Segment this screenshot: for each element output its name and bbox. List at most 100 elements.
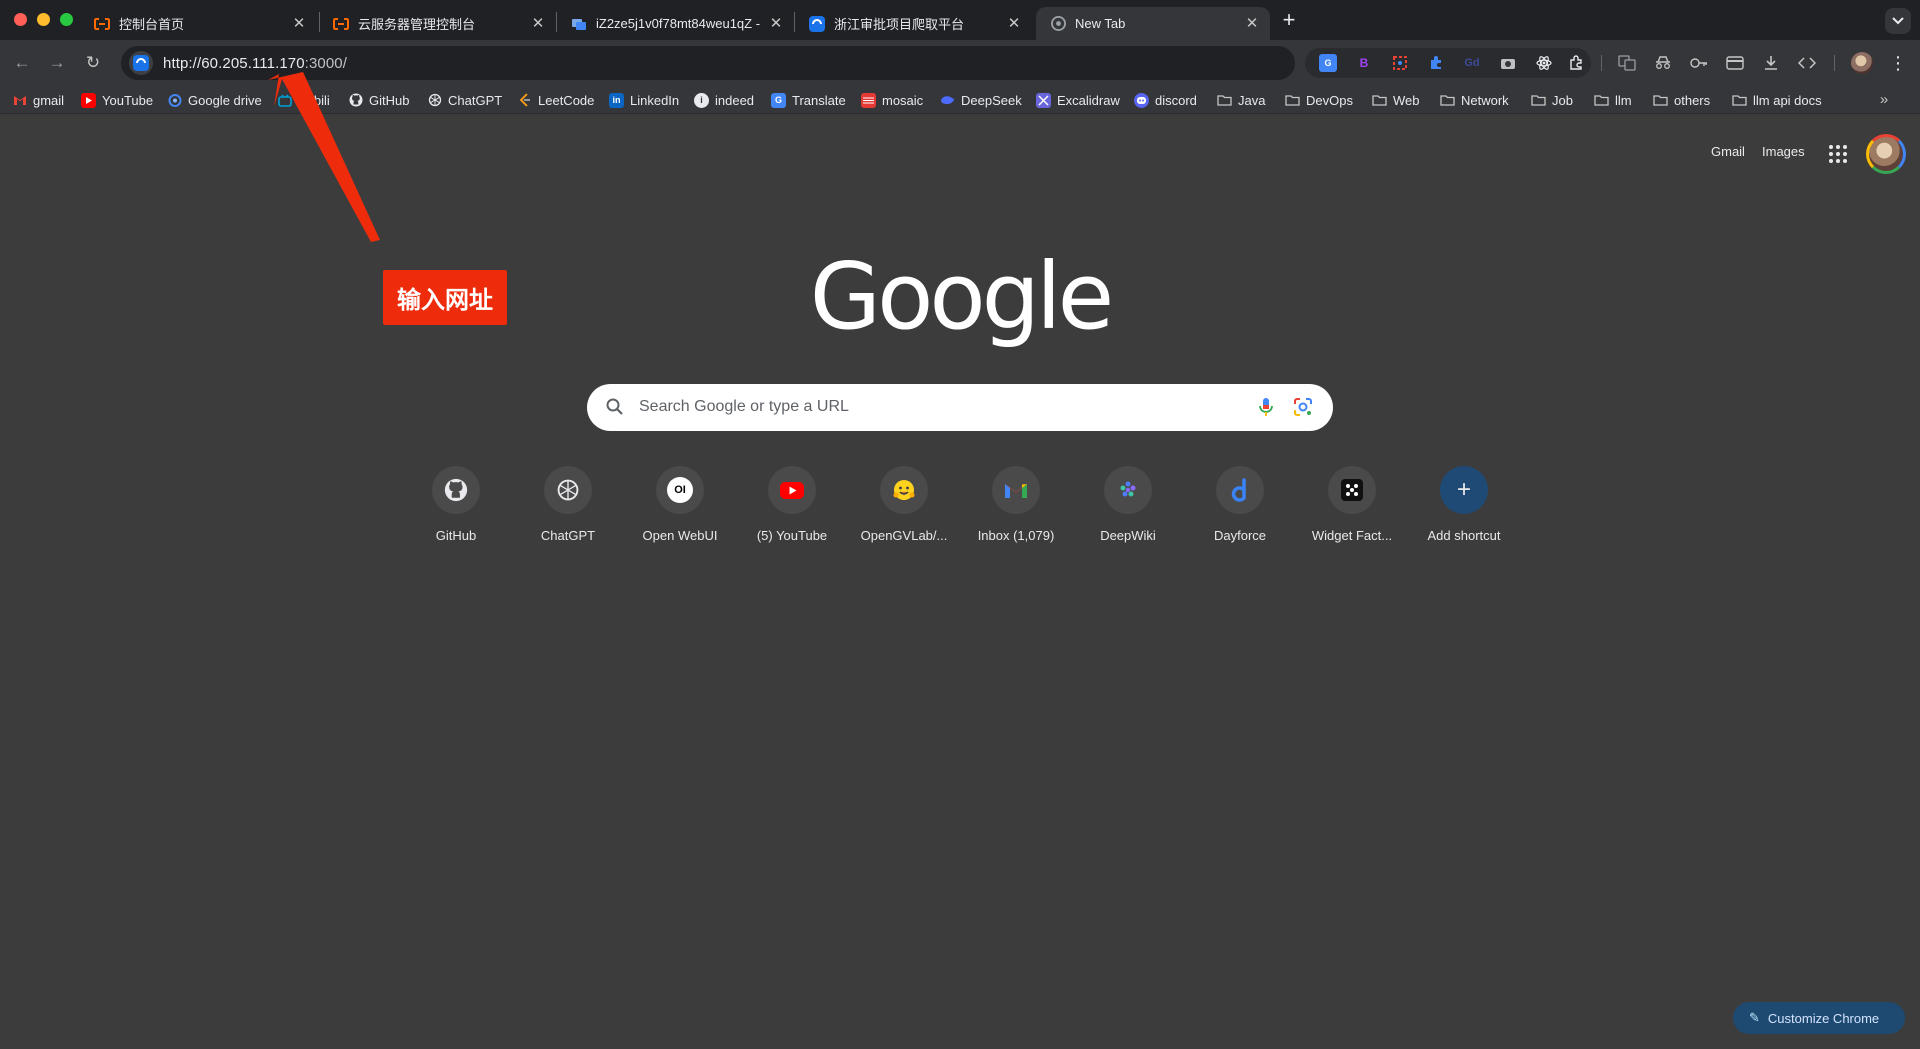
bookmark-mosaic[interactable]: mosaic xyxy=(861,90,923,110)
translate-icon: G xyxy=(771,92,786,108)
shortcut-opengvlab[interactable]: OpenGVLab/... xyxy=(848,466,960,556)
back-button[interactable]: ← xyxy=(9,50,35,76)
bookmark-youtube[interactable]: YouTube xyxy=(81,90,153,110)
google-translate-extension-icon[interactable]: G xyxy=(1319,54,1337,72)
bookmark-folder-others[interactable]: others xyxy=(1653,90,1710,110)
camera-extension-icon[interactable] xyxy=(1499,54,1517,72)
tab-console-home[interactable]: 控制台首页 ✕ xyxy=(80,7,317,40)
bold-extension-icon[interactable]: B xyxy=(1355,54,1373,72)
search-icon xyxy=(606,398,623,415)
profile-avatar[interactable] xyxy=(1851,52,1873,74)
customize-chrome-button[interactable]: ✎ Customize Chrome xyxy=(1733,1002,1905,1034)
shortcut-label: Dayforce xyxy=(1213,528,1267,543)
site-info-icon[interactable] xyxy=(129,51,153,75)
bookmark-chatgpt[interactable]: ChatGPT xyxy=(427,90,502,110)
shortcut-github[interactable]: GitHub xyxy=(400,466,512,556)
tab-ecs-console[interactable]: 云服务器管理控制台 ✕ xyxy=(319,7,556,40)
shortcut-gmail-inbox[interactable]: Inbox (1,079) xyxy=(960,466,1072,556)
react-devtools-icon[interactable] xyxy=(1535,54,1553,72)
openwebui-icon: OI xyxy=(656,466,704,514)
bookmark-label: bilibili xyxy=(298,92,330,108)
translate-page-icon[interactable] xyxy=(1617,53,1637,73)
bookmark-folder-llm[interactable]: llm xyxy=(1594,90,1632,110)
folder-icon xyxy=(1531,93,1546,108)
chrome-icon xyxy=(1050,16,1066,32)
toolbar: ← → ↻ http://60.205.111.170:3000/ G B Gd xyxy=(0,40,1920,86)
tab-close-icon[interactable]: ✕ xyxy=(1244,15,1260,32)
incognito-icon[interactable] xyxy=(1653,53,1673,73)
bookmark-leetcode[interactable]: LeetCode xyxy=(517,90,594,110)
address-bar[interactable]: http://60.205.111.170:3000/ xyxy=(121,46,1295,80)
reload-button[interactable]: ↻ xyxy=(80,50,106,76)
url-host: http://60.205.111.170 xyxy=(163,54,305,72)
tab-close-icon[interactable]: ✕ xyxy=(768,15,784,32)
tab-terminal[interactable]: iZ2ze5j1v0f78mt84weu1qZ - ✕ xyxy=(557,7,794,40)
tab-close-icon[interactable]: ✕ xyxy=(530,15,546,32)
search-box[interactable]: Search Google or type a URL xyxy=(587,384,1333,431)
add-shortcut-button[interactable]: + Add shortcut xyxy=(1408,466,1520,556)
window-close-button[interactable] xyxy=(14,13,27,26)
tab-close-icon[interactable]: ✕ xyxy=(1006,15,1022,32)
site-icon xyxy=(809,15,825,32)
bookmark-linkedin[interactable]: in LinkedIn xyxy=(609,90,679,110)
bookmark-bilibili[interactable]: bilibili xyxy=(277,90,330,110)
shortcut-chatgpt[interactable]: ChatGPT xyxy=(512,466,624,556)
window-minimize-button[interactable] xyxy=(37,13,50,26)
chrome-menu-icon[interactable]: ⋮ xyxy=(1888,52,1908,74)
devtools-code-icon[interactable] xyxy=(1797,53,1817,73)
bookmark-deepseek[interactable]: DeepSeek xyxy=(940,90,1022,110)
images-link[interactable]: Images xyxy=(1762,144,1805,159)
grammar-extension-icon[interactable]: Gd xyxy=(1463,54,1481,72)
bookmark-label: Translate xyxy=(792,92,846,108)
tab-zhejiang-platform[interactable]: 浙江审批项目爬取平台 ✕ xyxy=(795,7,1032,40)
puzzle-extension-icon[interactable] xyxy=(1427,54,1445,72)
shortcut-youtube[interactable]: (5) YouTube xyxy=(736,466,848,556)
tab-new-tab[interactable]: New Tab ✕ xyxy=(1036,7,1270,40)
bookmark-excalidraw[interactable]: Excalidraw xyxy=(1036,90,1120,110)
tab-search-button[interactable] xyxy=(1885,8,1911,34)
bookmarks-overflow-button[interactable]: » xyxy=(1874,90,1894,110)
aliyun-icon xyxy=(333,16,349,32)
window-maximize-button[interactable] xyxy=(60,13,73,26)
bookmark-folder-llm-api-docs[interactable]: llm api docs xyxy=(1732,90,1822,110)
shortcut-open-webui[interactable]: OI Open WebUI xyxy=(624,466,736,556)
shortcut-label: DeepWiki xyxy=(1100,528,1156,543)
bookmark-discord[interactable]: discord xyxy=(1134,90,1197,110)
download-icon[interactable] xyxy=(1761,53,1781,73)
bookmark-folder-devops[interactable]: DevOps xyxy=(1285,90,1353,110)
tab-close-icon[interactable]: ✕ xyxy=(291,15,307,32)
bookmark-translate[interactable]: G Translate xyxy=(771,90,846,110)
bookmark-label: LinkedIn xyxy=(630,92,680,108)
bookmark-folder-network[interactable]: Network xyxy=(1440,90,1509,110)
bookmark-gmail[interactable]: gmail xyxy=(12,90,64,110)
google-lens-icon[interactable] xyxy=(1292,396,1314,418)
openwebui-glyph: OI xyxy=(667,477,693,503)
deepseek-icon xyxy=(940,93,955,108)
new-tab-button[interactable]: + xyxy=(1276,8,1302,34)
bookmark-google-drive[interactable]: Google drive xyxy=(167,90,262,110)
tab-title: 控制台首页 xyxy=(119,17,185,32)
bookmark-github[interactable]: GitHub xyxy=(348,90,409,110)
google-apps-icon[interactable] xyxy=(1827,143,1847,163)
shortcut-widget-factory[interactable]: Widget Fact... xyxy=(1296,466,1408,556)
password-key-icon[interactable] xyxy=(1689,53,1709,73)
microphone-icon[interactable] xyxy=(1256,396,1276,418)
account-avatar[interactable] xyxy=(1866,134,1906,174)
gmail-icon xyxy=(12,93,27,108)
bookmark-folder-java[interactable]: Java xyxy=(1217,90,1265,110)
gmail-link[interactable]: Gmail xyxy=(1711,144,1745,159)
forward-button[interactable]: → xyxy=(44,50,70,76)
payment-card-icon[interactable] xyxy=(1725,53,1745,73)
url-text[interactable]: http://60.205.111.170:3000/ xyxy=(163,55,347,72)
bookmark-indeed[interactable]: i indeed xyxy=(694,90,754,110)
extensions-icon[interactable] xyxy=(1567,54,1585,72)
shortcut-dayforce[interactable]: Dayforce xyxy=(1184,466,1296,556)
bilibili-icon xyxy=(277,93,292,108)
bookmark-folder-web[interactable]: Web xyxy=(1372,90,1420,110)
shortcut-deepwiki[interactable]: DeepWiki xyxy=(1072,466,1184,556)
bookmark-label: llm xyxy=(1615,92,1632,108)
bookmark-folder-job[interactable]: Job xyxy=(1531,90,1573,110)
screenshot-extension-icon[interactable] xyxy=(1391,54,1409,72)
plus-glyph: + xyxy=(1456,476,1471,503)
bookmarks-bar: gmail YouTube Google drive bilibili GitH… xyxy=(0,86,1920,114)
